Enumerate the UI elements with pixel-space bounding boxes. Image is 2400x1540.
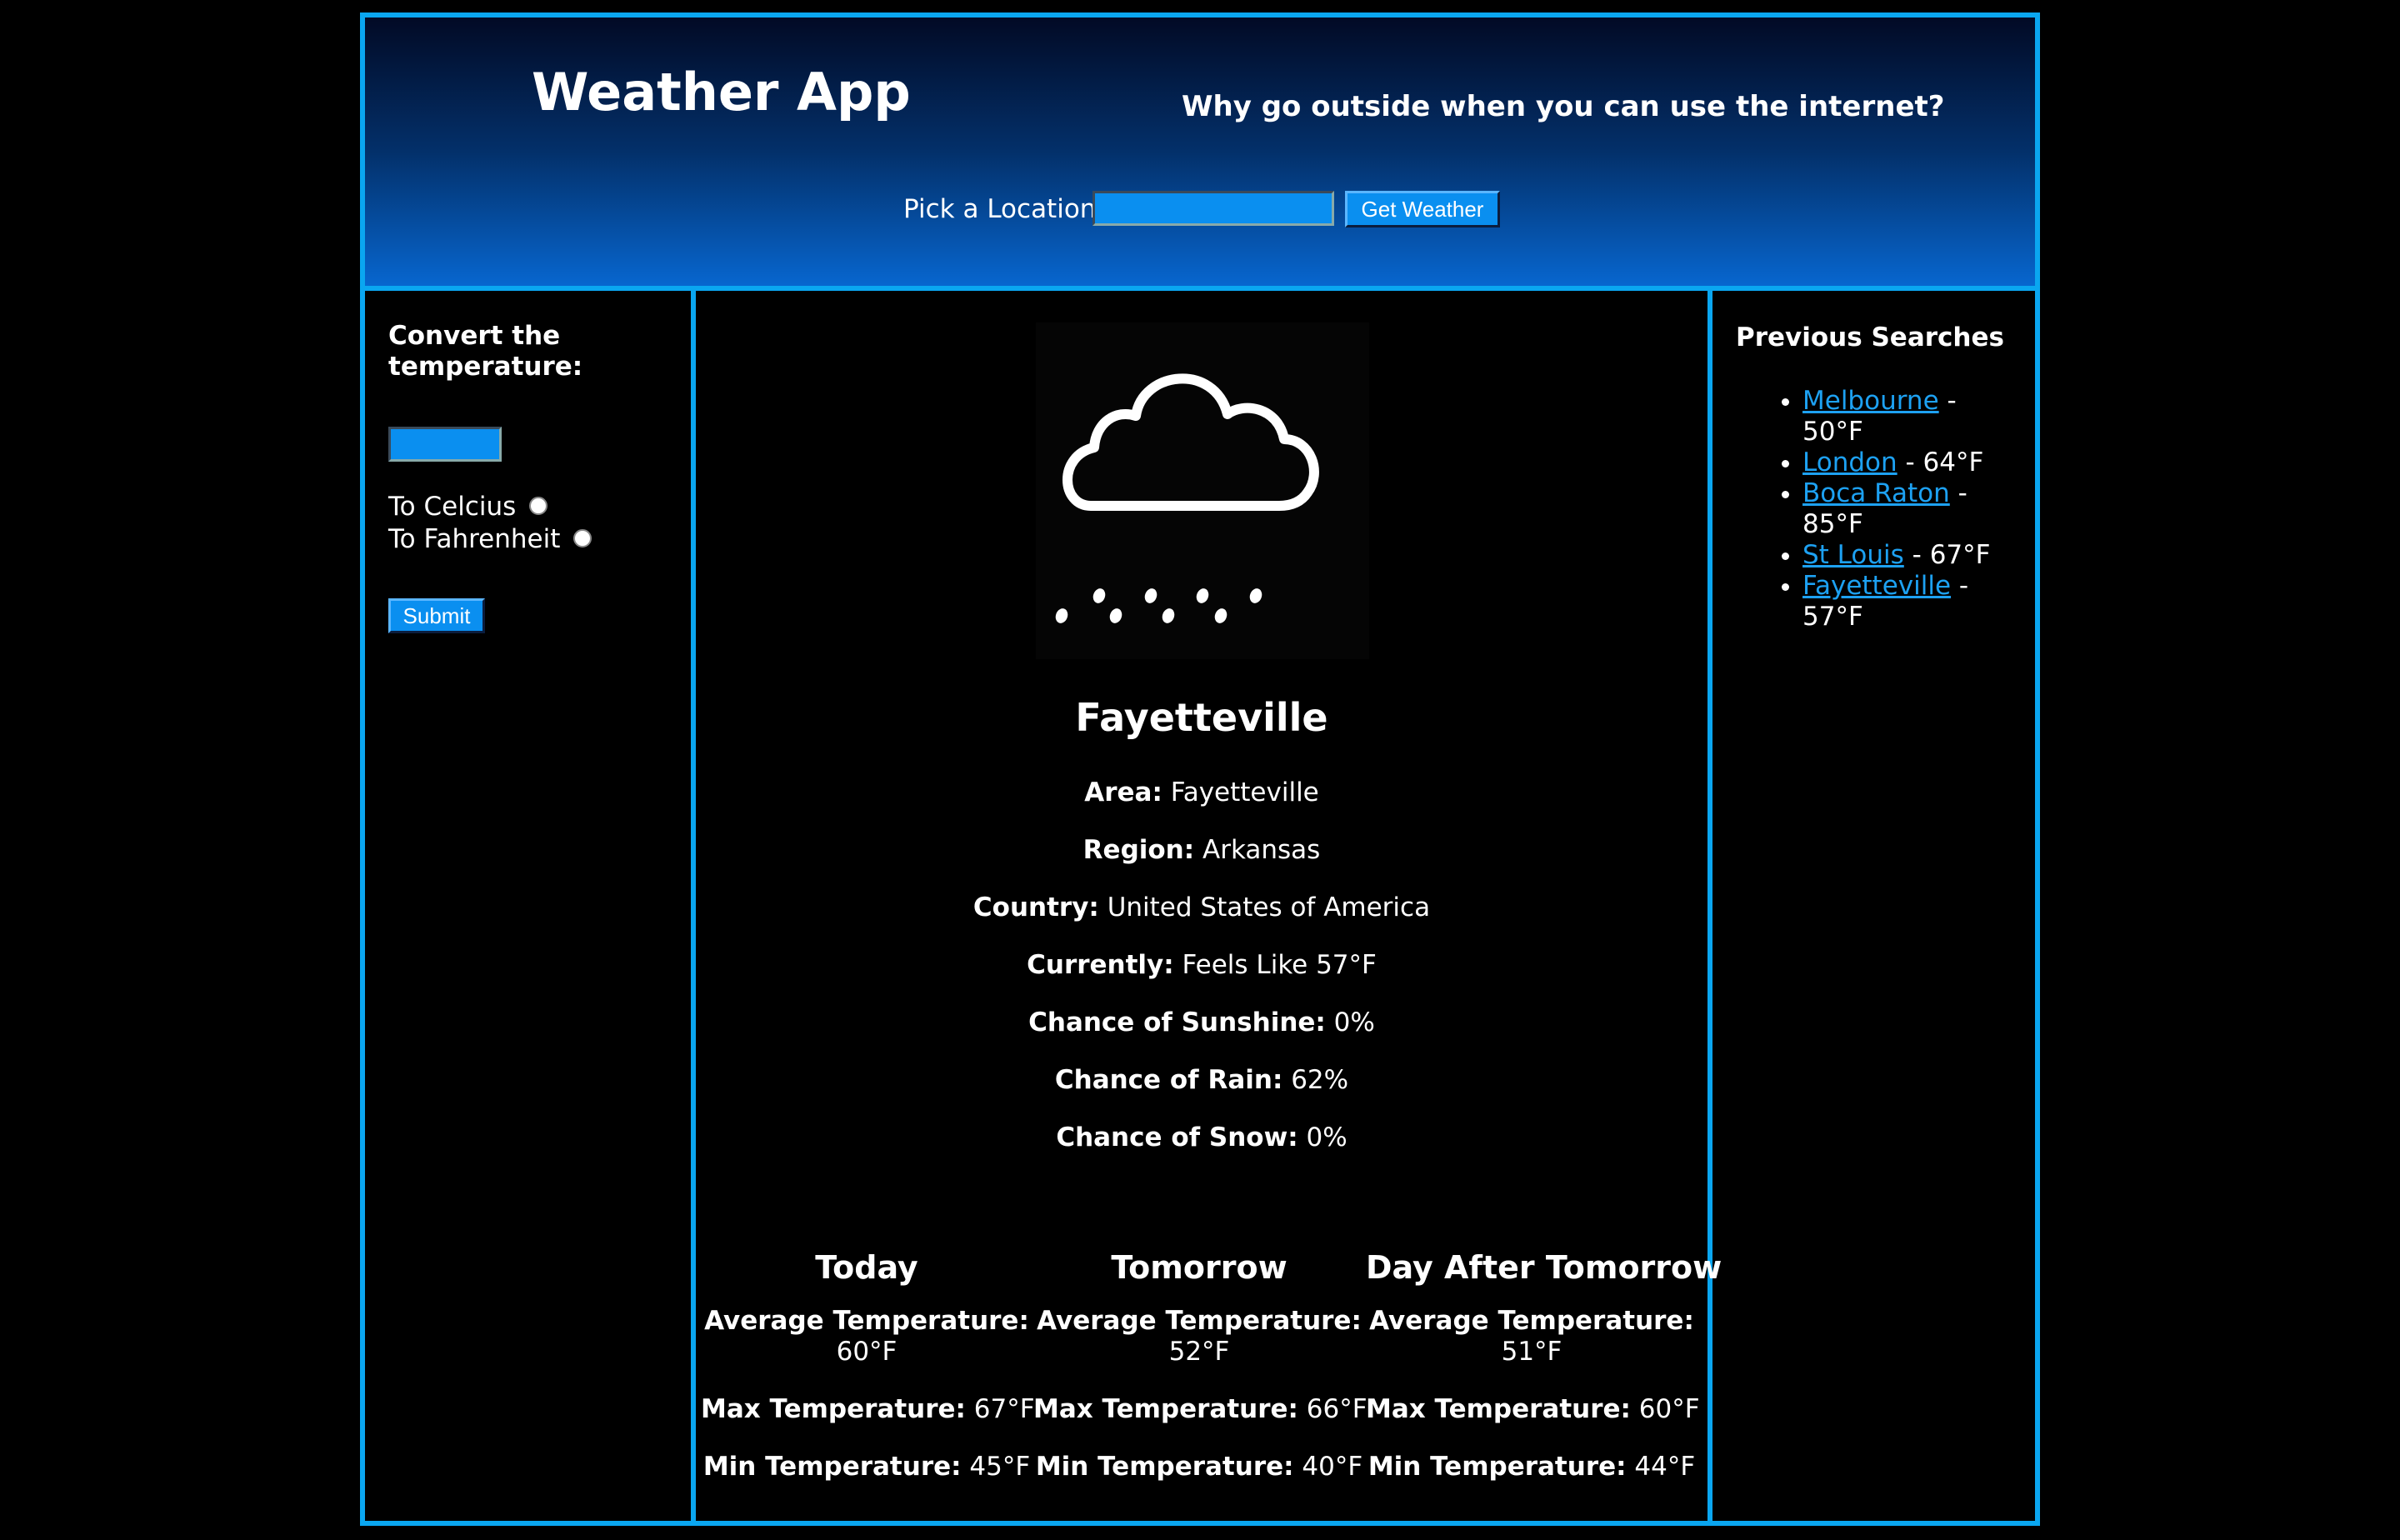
fahrenheit-radio[interactable]: [573, 528, 592, 548]
area-label: Area:: [1084, 778, 1162, 808]
detail-rain: Chance of Rain: 62%: [696, 1063, 1708, 1097]
detail-country: Country: United States of America: [696, 891, 1708, 924]
header: Weather App Why go outside when you can …: [365, 18, 2035, 286]
detail-sunshine: Chance of Sunshine: 0%: [696, 1006, 1708, 1039]
currently-label: Currently:: [1027, 950, 1174, 980]
forecast-average: Average Temperature: 51°F: [1366, 1306, 1698, 1368]
forecast-average: Average Temperature: 60°F: [701, 1306, 1032, 1368]
forecast-min: Min Temperature: 40°F: [1033, 1452, 1365, 1482]
rain-value: 62%: [1291, 1065, 1349, 1095]
forecast-title: Day After Tomorrow: [1366, 1249, 1722, 1286]
snow-value: 0%: [1306, 1122, 1348, 1152]
celsius-radio[interactable]: [529, 496, 548, 515]
previous-searches-heading: Previous Searches: [1736, 322, 2004, 352]
min-value: 45°F: [969, 1452, 1031, 1482]
max-value: 67°F: [973, 1394, 1035, 1424]
forecast-tomorrow: Tomorrow Average Temperature: 52°F Max Te…: [1033, 1248, 1368, 1482]
detail-region: Region: Arkansas: [696, 833, 1708, 867]
celsius-option[interactable]: To Celcius: [388, 491, 548, 522]
list-item: Fayetteville - 57°F: [1802, 571, 2011, 632]
list-item: Boca Raton - 85°F: [1802, 478, 2011, 540]
list-item: London - 64°F: [1802, 448, 2011, 478]
previous-search-temp: - 64°F: [1897, 448, 1984, 478]
detail-area: Area: Fayetteville: [696, 776, 1708, 809]
app-title: Weather App: [532, 62, 911, 122]
cloud-rain-icon: [1036, 322, 1369, 659]
country-value: United States of America: [1107, 892, 1431, 922]
forecast-today: Today Average Temperature: 60°F Max Tempe…: [701, 1248, 1035, 1482]
fahrenheit-label: To Fahrenheit: [388, 524, 561, 554]
max-value: 60°F: [1638, 1394, 1700, 1424]
forecast-title: Today: [815, 1249, 918, 1286]
previous-searches-panel: Previous Searches Melbourne - 50°F Londo…: [1712, 291, 2035, 1521]
search-row: Pick a Location Get Weather: [365, 189, 2035, 231]
current-weather-panel: Fayetteville Area: Fayetteville Region: …: [696, 291, 1722, 1521]
detail-snow: Chance of Snow: 0%: [696, 1121, 1708, 1154]
rain-label: Chance of Rain:: [1054, 1065, 1283, 1095]
sunshine-label: Chance of Sunshine:: [1028, 1008, 1326, 1038]
forecast-title: Tomorrow: [1111, 1249, 1288, 1286]
region-value: Arkansas: [1202, 835, 1321, 865]
average-label: Average Temperature:: [1369, 1306, 1694, 1336]
converter-panel: Convert the temperature: To Celcius To F…: [365, 291, 696, 1521]
country-label: Country:: [972, 892, 1099, 922]
previous-search-link[interactable]: Melbourne: [1802, 386, 1939, 416]
max-label: Max Temperature:: [701, 1394, 966, 1424]
previous-search-link[interactable]: St Louis: [1802, 540, 1904, 570]
previous-search-link[interactable]: Boca Raton: [1802, 478, 1950, 508]
min-label: Min Temperature:: [1035, 1452, 1294, 1482]
region-label: Region:: [1082, 835, 1195, 865]
forecast-max: Max Temperature: 67°F: [701, 1394, 1035, 1425]
forecast-min: Min Temperature: 45°F: [701, 1452, 1032, 1482]
forecast-min: Min Temperature: 44°F: [1366, 1452, 1698, 1482]
average-value: 51°F: [1501, 1337, 1562, 1367]
convert-heading: Convert the temperature:: [388, 321, 583, 382]
tagline: Why go outside when you can use the inte…: [1182, 90, 1945, 123]
previous-search-link[interactable]: London: [1802, 448, 1898, 478]
min-value: 40°F: [1302, 1452, 1363, 1482]
currently-value: Feels Like 57°F: [1182, 950, 1377, 980]
celsius-label: To Celcius: [388, 492, 517, 522]
max-label: Max Temperature:: [1366, 1394, 1631, 1424]
forecast-max: Max Temperature: 66°F: [1033, 1394, 1368, 1425]
location-input[interactable]: [1092, 191, 1334, 226]
previous-searches-list: Melbourne - 50°F London - 64°F Boca Rato…: [1736, 386, 2011, 632]
max-label: Max Temperature:: [1033, 1394, 1298, 1424]
temperature-input[interactable]: [388, 427, 502, 462]
min-label: Min Temperature:: [702, 1452, 962, 1482]
max-value: 66°F: [1306, 1394, 1368, 1424]
forecast-average: Average Temperature: 52°F: [1033, 1306, 1365, 1368]
previous-search-link[interactable]: Fayetteville: [1802, 571, 1951, 601]
average-value: 52°F: [1168, 1337, 1230, 1367]
submit-button[interactable]: Submit: [388, 598, 485, 633]
search-label: Pick a Location: [903, 194, 1097, 224]
forecast-max: Max Temperature: 60°F: [1366, 1394, 1700, 1425]
sunshine-value: 0%: [1333, 1008, 1375, 1038]
previous-search-temp: - 67°F: [1903, 540, 1991, 570]
detail-currently: Currently: Feels Like 57°F: [696, 948, 1708, 982]
forecast-day-after-tomorrow: Day After Tomorrow Average Temperature: 5…: [1366, 1248, 1722, 1482]
city-name: Fayetteville: [1075, 695, 1328, 740]
average-label: Average Temperature:: [1037, 1306, 1362, 1336]
area-value: Fayetteville: [1170, 778, 1319, 808]
min-label: Min Temperature:: [1368, 1452, 1627, 1482]
app-frame: Weather App Why go outside when you can …: [360, 12, 2040, 1526]
list-item: Melbourne - 50°F: [1802, 386, 2011, 448]
list-item: St Louis - 67°F: [1802, 540, 2011, 571]
average-value: 60°F: [836, 1337, 898, 1367]
average-label: Average Temperature:: [704, 1306, 1029, 1336]
min-value: 44°F: [1634, 1452, 1696, 1482]
get-weather-button[interactable]: Get Weather: [1345, 191, 1500, 228]
fahrenheit-option[interactable]: To Fahrenheit: [388, 523, 592, 555]
snow-label: Chance of Snow:: [1056, 1122, 1298, 1152]
